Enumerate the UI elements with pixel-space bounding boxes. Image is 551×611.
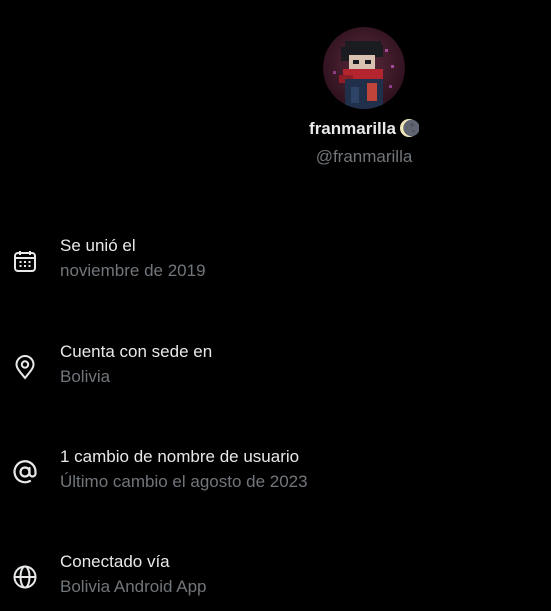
info-value: Bolivia [60, 367, 111, 386]
location-pin-icon [12, 354, 38, 380]
avatar-image [323, 27, 405, 109]
info-label: Se unió el [60, 236, 136, 255]
info-value: Bolivia Android App [60, 577, 207, 596]
at-sign-icon [12, 459, 38, 485]
info-row-connected-via: Conectado vía Bolivia Android App [0, 550, 551, 606]
waning-moon-icon [399, 118, 420, 145]
info-row-username-changes: 1 cambio de nombre de usuario Último cam… [0, 445, 551, 501]
profile-header: franmarilla @franmarilla [0, 0, 551, 180]
avatar[interactable] [323, 27, 405, 109]
info-row-joined: Se unió el noviembre de 2019 [0, 234, 551, 290]
info-row-based-in: Cuenta con sede en Bolivia [0, 340, 551, 396]
info-value: Último cambio el agosto de 2023 [60, 472, 308, 491]
info-value: noviembre de 2019 [60, 261, 206, 280]
info-label: Cuenta con sede en [60, 342, 213, 361]
globe-icon [12, 564, 38, 590]
info-label: 1 cambio de nombre de usuario [60, 447, 300, 466]
display-name: franmarilla [309, 119, 396, 138]
info-label: Conectado vía [60, 552, 170, 571]
username-handle: @franmarilla [315, 147, 413, 166]
display-name-row: franmarilla [0, 117, 551, 145]
calendar-icon [12, 248, 38, 274]
